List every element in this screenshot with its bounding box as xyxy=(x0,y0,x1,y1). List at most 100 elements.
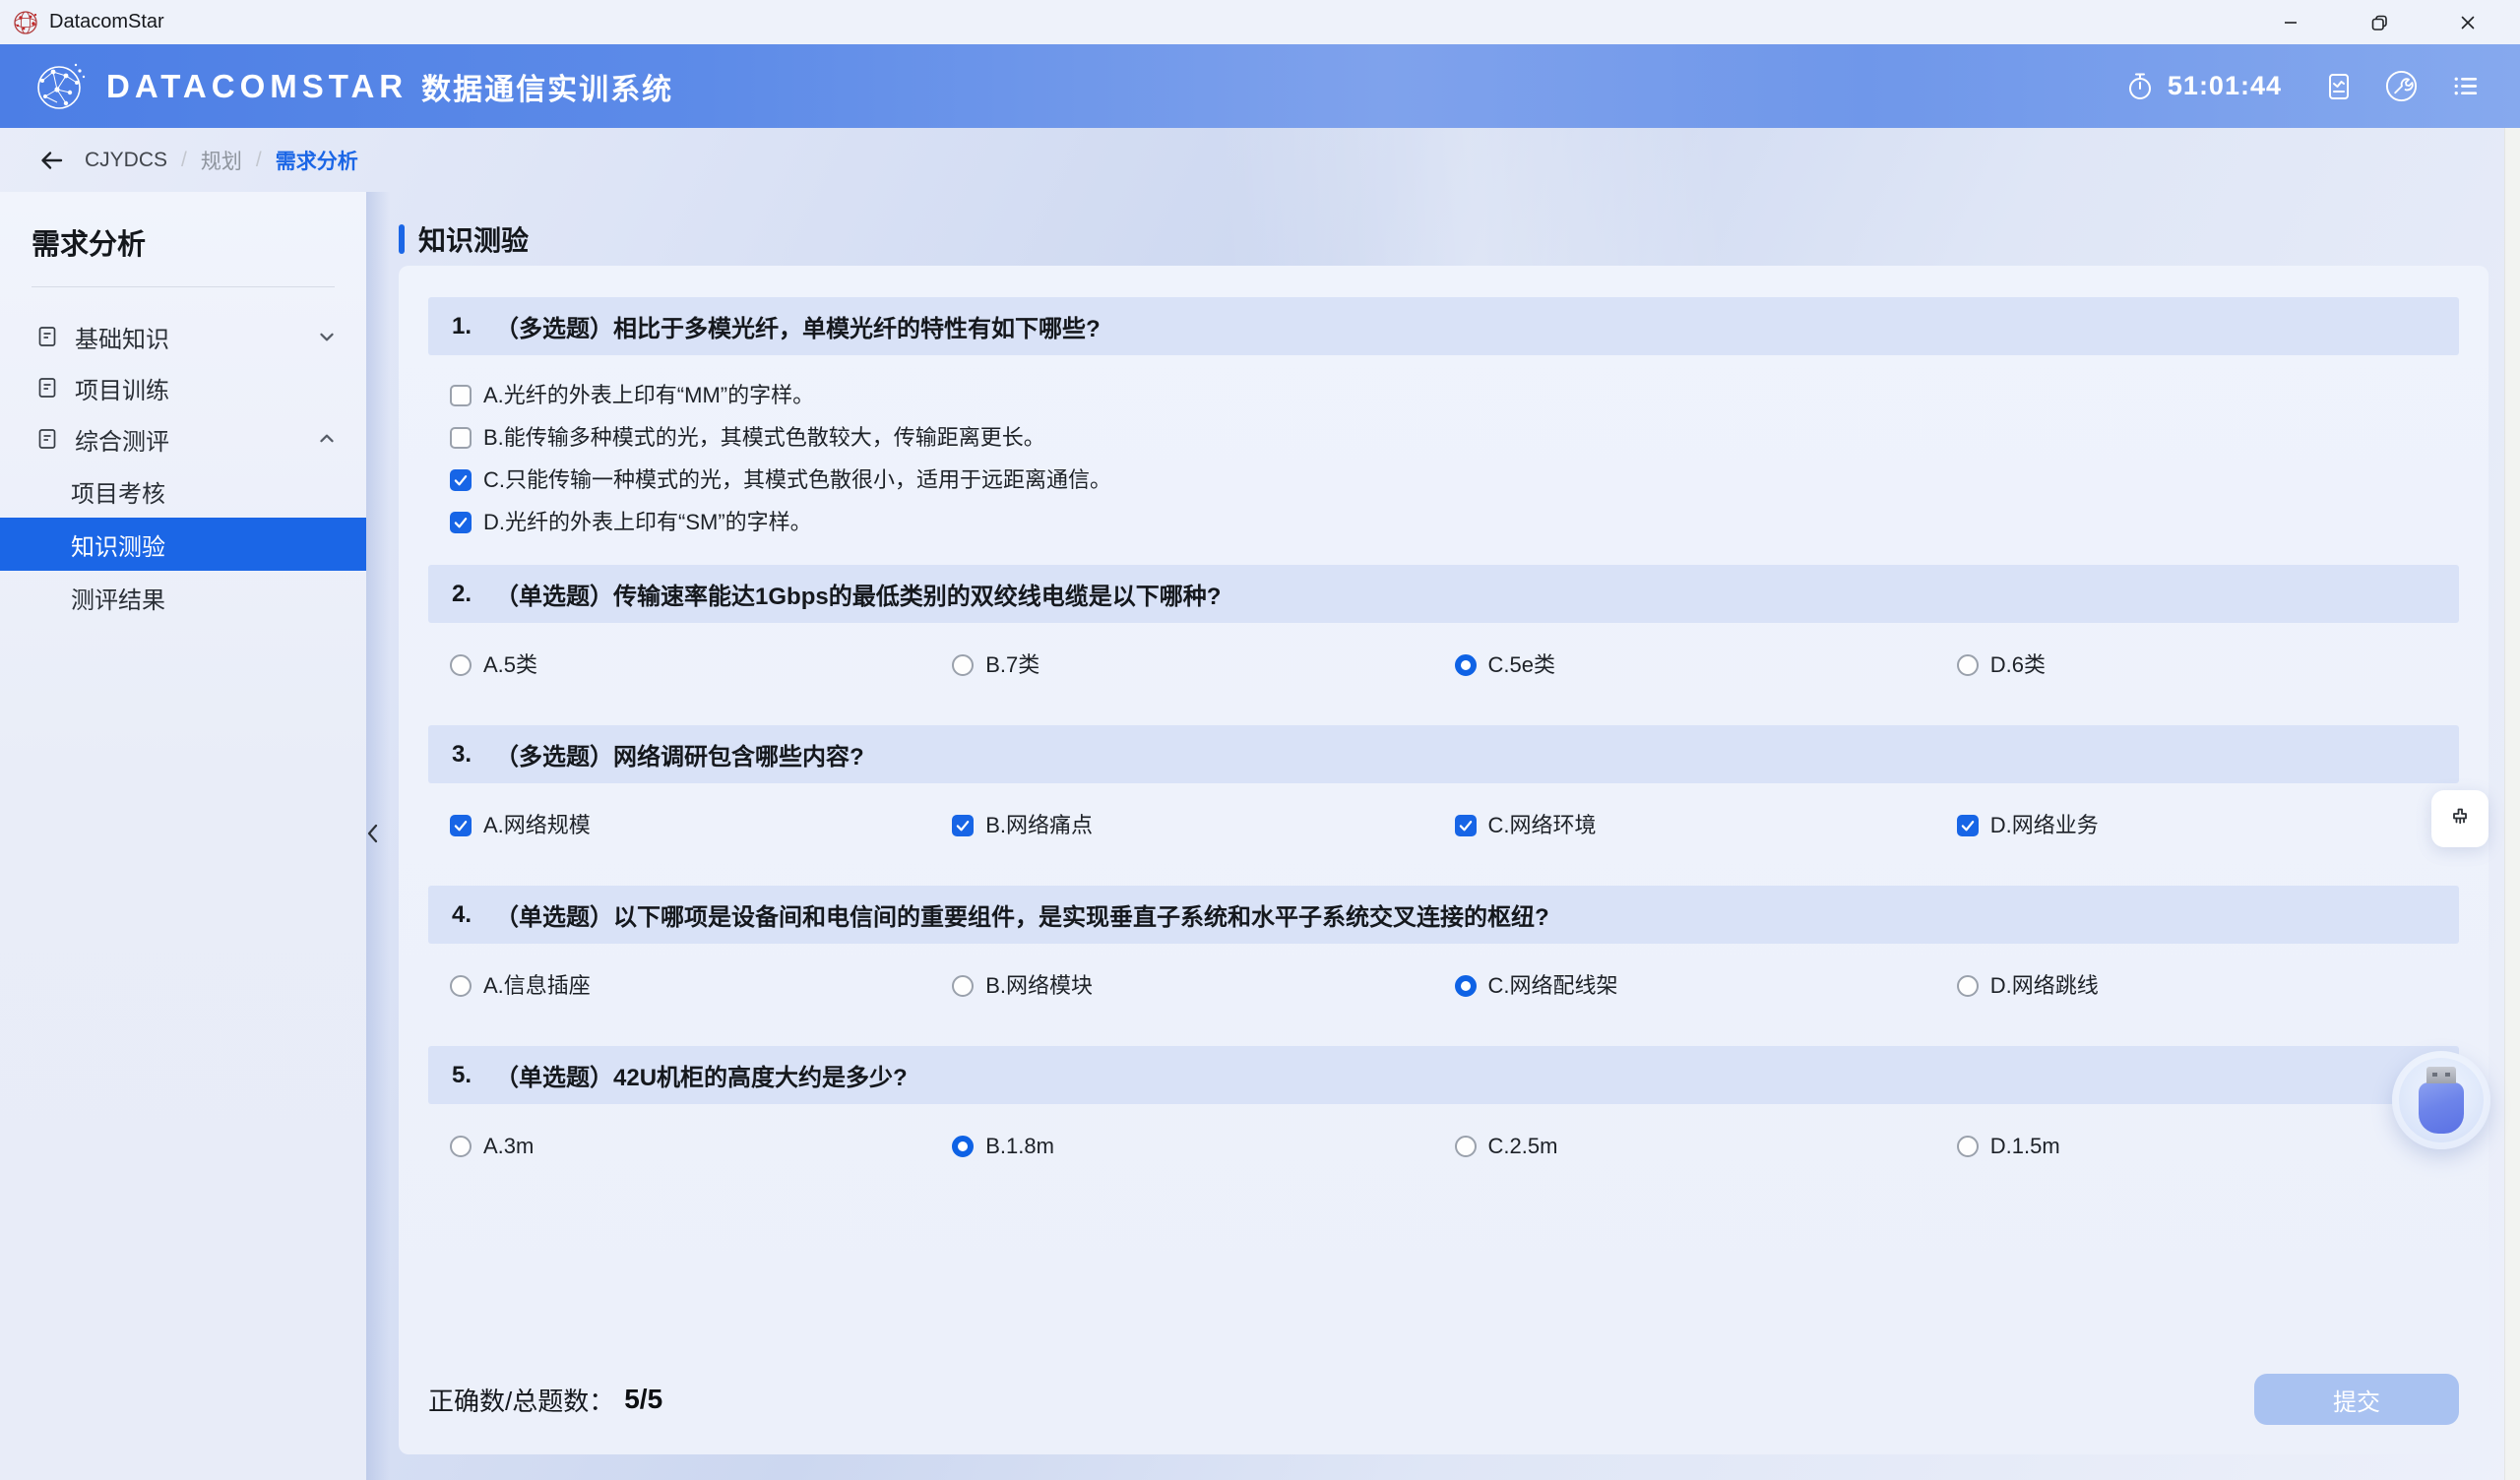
question-title: （单选题）传输速率能达1Gbps的最低类别的双绞线电缆是以下哪种? xyxy=(495,577,1221,611)
sidebar-subitem-project-exam[interactable]: 项目考核 xyxy=(0,464,366,518)
option-label: A.3m xyxy=(483,1134,534,1159)
question-2-option-c[interactable]: C.5e类 xyxy=(1455,652,1957,678)
sidebar-subitem-assessment-result[interactable]: 测评结果 xyxy=(0,571,366,624)
report-icon[interactable] xyxy=(2323,71,2355,102)
system-name: 数据通信实训系统 xyxy=(421,65,673,108)
sidebar-divider xyxy=(32,286,335,287)
question-1-option-a[interactable]: A.光纤的外表上印有“MM”的字样。 xyxy=(450,383,2459,408)
option-label: C.2.5m xyxy=(1488,1134,1558,1159)
radio-icon[interactable] xyxy=(1957,1136,1979,1157)
question-1-option-d[interactable]: D.光纤的外表上印有“SM”的字样。 xyxy=(450,510,2459,535)
sidebar-subitem-knowledge-quiz[interactable]: 知识测验 xyxy=(0,518,366,571)
breadcrumb-stage[interactable]: 规划 xyxy=(201,146,242,175)
question-2-option-a[interactable]: A.5类 xyxy=(450,652,952,678)
usb-device-button[interactable] xyxy=(2392,1051,2490,1149)
list-menu-icon[interactable] xyxy=(2448,69,2483,103)
option-label: C.网络配线架 xyxy=(1488,973,1618,999)
sidebar-items: 基础知识 项目训练 综合测评 xyxy=(0,311,366,624)
radio-icon[interactable] xyxy=(952,975,974,997)
question-4-option-b[interactable]: B.网络模块 xyxy=(952,973,1454,999)
sidebar-item-basic-knowledge[interactable]: 基础知识 xyxy=(0,311,366,362)
radio-icon[interactable] xyxy=(450,654,472,676)
app-header: DATACOMSTAR 数据通信实训系统 51:01:44 xyxy=(0,44,2520,128)
quiz-footer: 正确数/总题数： 5/5 提交 xyxy=(428,1354,2459,1425)
checkbox-icon[interactable] xyxy=(1957,815,1979,836)
breadcrumb-project[interactable]: CJYDCS xyxy=(85,149,167,172)
stopwatch-icon xyxy=(2124,71,2156,102)
sidebar-item-comprehensive-assessment[interactable]: 综合测评 xyxy=(0,413,366,464)
option-label: C.5e类 xyxy=(1488,652,1555,678)
checkbox-icon[interactable] xyxy=(450,815,472,836)
option-label: D.光纤的外表上印有“SM”的字样。 xyxy=(483,510,812,535)
restore-button[interactable] xyxy=(2335,0,2424,44)
radio-icon[interactable] xyxy=(952,1136,974,1157)
radio-icon[interactable] xyxy=(450,1136,472,1157)
question-1-option-c[interactable]: C.只能传输一种模式的光，其模式色散很小，适用于远距离通信。 xyxy=(450,467,2459,493)
checkbox-icon[interactable] xyxy=(450,427,472,449)
radio-icon[interactable] xyxy=(1957,654,1979,676)
wrench-circle-icon[interactable] xyxy=(2384,69,2419,103)
question-4-option-c[interactable]: C.网络配线架 xyxy=(1455,973,1957,999)
question-2-options: A.5类 B.7类 C.5e类 D.6类 xyxy=(428,623,2459,725)
question-3-option-d[interactable]: D.网络业务 xyxy=(1957,813,2459,838)
question-4-option-a[interactable]: A.信息插座 xyxy=(450,973,952,999)
radio-icon[interactable] xyxy=(450,975,472,997)
question-5-option-d[interactable]: D.1.5m xyxy=(1957,1134,2459,1159)
minimize-button[interactable] xyxy=(2246,0,2335,44)
submit-button[interactable]: 提交 xyxy=(2254,1374,2459,1425)
question-1-options: A.光纤的外表上印有“MM”的字样。 B.能传输多种模式的光，其模式色散较大，传… xyxy=(428,355,2459,565)
scrollbar-track[interactable] xyxy=(2504,128,2520,1480)
question-3-header: 3. （多选题）网络调研包含哪些内容? xyxy=(428,725,2459,783)
quiz-panel: 1. （多选题）相比于多模光纤，单模光纤的特性有如下哪些? A.光纤的外表上印有… xyxy=(399,266,2488,1454)
breadcrumb-separator: / xyxy=(256,149,262,172)
checkbox-icon[interactable] xyxy=(1455,815,1477,836)
checkbox-icon[interactable] xyxy=(450,385,472,406)
question-title: （多选题）相比于多模光纤，单模光纤的特性有如下哪些? xyxy=(495,309,1101,343)
checkbox-icon[interactable] xyxy=(952,815,974,836)
score-label: 正确数/总题数： xyxy=(428,1382,614,1418)
radio-icon[interactable] xyxy=(1957,975,1979,997)
breadcrumb-current: 需求分析 xyxy=(276,146,358,175)
question-5-option-b[interactable]: B.1.8m xyxy=(952,1134,1454,1159)
option-label: A.5类 xyxy=(483,652,537,678)
question-3-option-a[interactable]: A.网络规模 xyxy=(450,813,952,838)
question-5-option-a[interactable]: A.3m xyxy=(450,1134,952,1159)
option-label: C.网络环境 xyxy=(1488,813,1597,838)
sidebar-subitem-label: 测评结果 xyxy=(71,581,165,615)
brand-globe-icon xyxy=(33,59,89,114)
title-accent-bar xyxy=(399,224,405,254)
sidebar-subitem-label: 项目考核 xyxy=(71,474,165,509)
window-titlebar: DatacomStar xyxy=(0,0,2520,44)
question-4-option-d[interactable]: D.网络跳线 xyxy=(1957,973,2459,999)
clear-tools-button[interactable] xyxy=(2431,790,2488,847)
sidebar: 需求分析 基础知识 项目训练 xyxy=(0,192,366,1480)
radio-icon[interactable] xyxy=(1455,1136,1477,1157)
question-2-option-d[interactable]: D.6类 xyxy=(1957,652,2459,678)
main-content: 知识测验 1. （多选题）相比于多模光纤，单模光纤的特性有如下哪些? A.光纤的… xyxy=(366,192,2520,1480)
document-icon xyxy=(35,427,59,451)
radio-icon[interactable] xyxy=(1455,654,1477,676)
radio-icon[interactable] xyxy=(952,654,974,676)
question-2-option-b[interactable]: B.7类 xyxy=(952,652,1454,678)
back-arrow-icon[interactable] xyxy=(37,147,65,174)
document-icon xyxy=(35,376,59,400)
question-4-options: A.信息插座 B.网络模块 C.网络配线架 D.网络跳线 xyxy=(428,944,2459,1046)
sidebar-item-project-training[interactable]: 项目训练 xyxy=(0,362,366,413)
question-3-option-c[interactable]: C.网络环境 xyxy=(1455,813,1957,838)
radio-icon[interactable] xyxy=(1455,975,1477,997)
question-3-option-b[interactable]: B.网络痛点 xyxy=(952,813,1454,838)
checkbox-icon[interactable] xyxy=(450,469,472,491)
section-title-row: 知识测验 xyxy=(399,219,2520,259)
checkbox-icon[interactable] xyxy=(450,512,472,533)
sidebar-subitem-label: 知识测验 xyxy=(71,527,165,562)
breadcrumb-separator: / xyxy=(181,149,187,172)
option-label: B.1.8m xyxy=(985,1134,1054,1159)
question-5-option-c[interactable]: C.2.5m xyxy=(1455,1134,1957,1159)
sidebar-collapse-handle[interactable] xyxy=(360,818,386,849)
option-label: D.网络跳线 xyxy=(1990,973,2099,999)
brand-name: DATACOMSTAR xyxy=(106,68,408,105)
close-button[interactable] xyxy=(2424,0,2512,44)
question-1-option-b[interactable]: B.能传输多种模式的光，其模式色散较大，传输距离更长。 xyxy=(450,425,2459,451)
option-label: D.6类 xyxy=(1990,652,2046,678)
document-icon xyxy=(35,325,59,348)
